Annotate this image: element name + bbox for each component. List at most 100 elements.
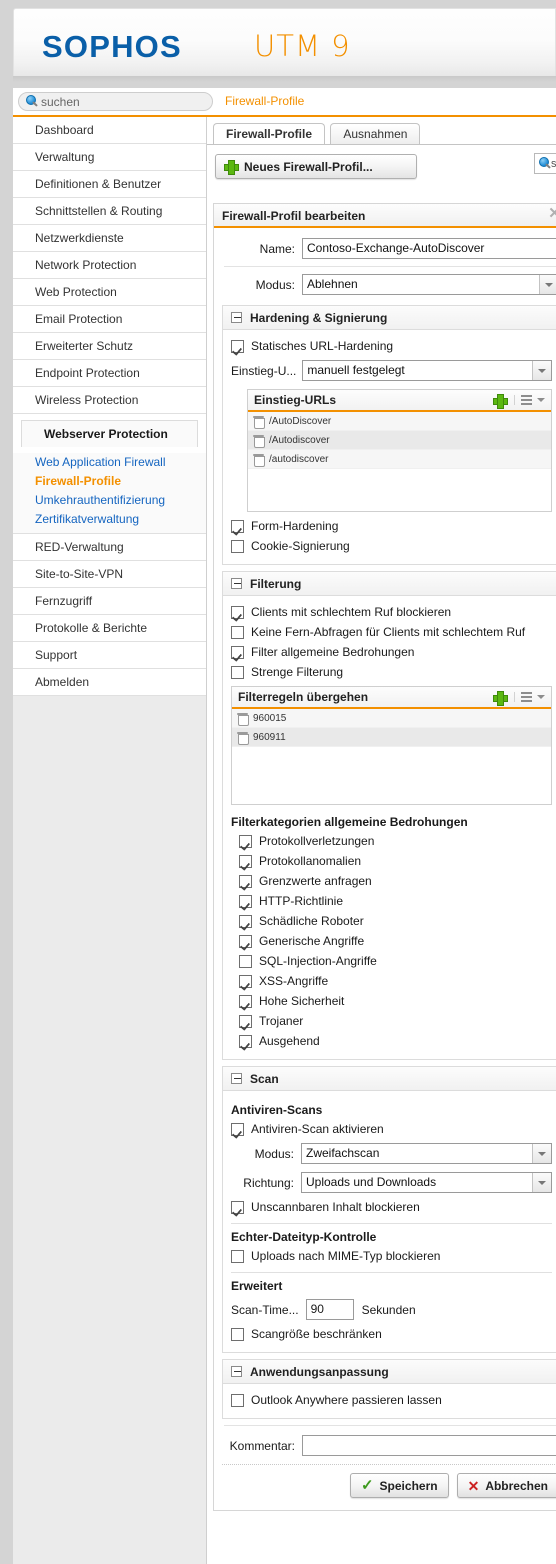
app-adaptation-group-header[interactable]: Anwendungsanpassung (223, 1360, 556, 1384)
outlook-anywhere-checkbox[interactable] (231, 1393, 244, 1407)
breadcrumb[interactable]: Firewall-Profile (225, 94, 304, 108)
sidebar-item-verwaltung[interactable]: Verwaltung (13, 144, 206, 171)
list-item[interactable]: 960015 (232, 709, 551, 728)
new-firewall-profile-button[interactable]: Neues Firewall-Profil... (215, 154, 417, 179)
scan-group-header[interactable]: Scan (223, 1067, 556, 1091)
rigid-filtering-checkbox[interactable] (231, 665, 244, 679)
category-checkbox[interactable] (239, 914, 252, 928)
save-button[interactable]: ✓ Speichern (349, 1473, 449, 1498)
comment-field[interactable] (302, 1435, 556, 1456)
name-field[interactable]: Contoso-Exchange-AutoDiscover (302, 238, 556, 259)
sidebar-item-webserver-protection[interactable]: Webserver Protection (21, 420, 198, 447)
trash-icon[interactable] (237, 712, 249, 726)
limit-scan-size-checkbox[interactable] (231, 1327, 244, 1341)
no-remote-lookups-row[interactable]: Keine Fern-Abfragen für Clients mit schl… (231, 622, 552, 642)
list-item[interactable]: /AutoDiscover (248, 412, 551, 431)
category-row-protokollverletzungen[interactable]: Protokollverletzungen (231, 831, 552, 851)
sidebar-item-email-protection[interactable]: Email Protection (13, 306, 206, 333)
category-row-generische-angriffe[interactable]: Generische Angriffe (231, 931, 552, 951)
sidebar-item-protokolle-berichte[interactable]: Protokolle & Berichte (13, 615, 206, 642)
category-checkbox[interactable] (239, 934, 252, 948)
hardening-group-header[interactable]: Hardening & Signierung (223, 306, 556, 330)
list-item[interactable]: /Autodiscover (248, 431, 551, 450)
add-skip-rule-icon[interactable] (493, 690, 508, 706)
trash-icon[interactable] (253, 415, 265, 429)
category-row-http-richtlinie[interactable]: HTTP-Richtlinie (231, 891, 552, 911)
sidebar-item-support[interactable]: Support (13, 642, 206, 669)
category-checkbox[interactable] (239, 854, 252, 868)
profile-search-input[interactable]: s (534, 153, 556, 174)
list-item[interactable]: /autodiscover (248, 450, 551, 469)
collapse-minus-icon[interactable] (231, 1073, 242, 1084)
category-checkbox[interactable] (239, 834, 252, 848)
block-bad-reputation-row[interactable]: Clients mit schlechtem Ruf blockieren (231, 602, 552, 622)
scan-mode-select[interactable]: Zweifachscan (301, 1143, 552, 1164)
category-checkbox[interactable] (239, 994, 252, 1008)
category-checkbox[interactable] (239, 1014, 252, 1028)
sidebar-item-site-to-site-vpn[interactable]: Site-to-Site-VPN (13, 561, 206, 588)
cookie-signing-row[interactable]: Cookie-Signierung (231, 536, 552, 556)
scan-timeout-field[interactable]: 90 (305, 1299, 354, 1320)
add-entry-url-icon[interactable] (493, 393, 508, 409)
filter-common-threats-row[interactable]: Filter allgemeine Bedrohungen (231, 642, 552, 662)
trash-icon[interactable] (237, 731, 249, 745)
category-row-sql-injection-angriffe[interactable]: SQL-Injection-Angriffe (231, 951, 552, 971)
sidebar-item-schnittstellen-routing[interactable]: Schnittstellen & Routing (13, 198, 206, 225)
entry-urls-menu[interactable] (514, 395, 545, 405)
sidebar-item-wireless-protection[interactable]: Wireless Protection (13, 387, 206, 414)
block-mime-row[interactable]: Uploads nach MIME-Typ blockieren (231, 1246, 552, 1266)
category-checkbox[interactable] (239, 974, 252, 988)
cookie-signing-checkbox[interactable] (231, 539, 244, 553)
mode-select[interactable]: Ablehnen (302, 274, 556, 295)
skip-rules-menu[interactable] (514, 692, 545, 702)
collapse-minus-icon[interactable] (231, 312, 242, 323)
cancel-button[interactable]: ✕ Abbrechen (456, 1473, 556, 1498)
sidebar-item-network-protection[interactable]: Network Protection (13, 252, 206, 279)
category-row-xss-angriffe[interactable]: XSS-Angriffe (231, 971, 552, 991)
scan-direction-select[interactable]: Uploads und Downloads (301, 1172, 552, 1193)
enable-antivirus-row[interactable]: Antiviren-Scan aktivieren (231, 1119, 552, 1139)
sidebar-item-endpoint-protection[interactable]: Endpoint Protection (13, 360, 206, 387)
block-mime-checkbox[interactable] (231, 1249, 244, 1263)
sidebar-item-red-verwaltung[interactable]: RED-Verwaltung (13, 534, 206, 561)
collapse-minus-icon[interactable] (231, 1366, 242, 1377)
tab-firewall-profile[interactable]: Firewall-Profile (213, 123, 326, 145)
filtering-group-header[interactable]: Filterung (223, 572, 556, 596)
category-row-grenzwerte-anfragen[interactable]: Grenzwerte anfragen (231, 871, 552, 891)
sidebar-item-dashboard[interactable]: Dashboard (13, 117, 206, 144)
category-row-trojaner[interactable]: Trojaner (231, 1011, 552, 1031)
enable-antivirus-checkbox[interactable] (231, 1122, 244, 1136)
trash-icon[interactable] (253, 434, 265, 448)
sidebar-item-web-application-firewall[interactable]: Web Application Firewall (13, 453, 206, 472)
category-row-ausgehend[interactable]: Ausgehend (231, 1031, 552, 1051)
block-unscannable-checkbox[interactable] (231, 1200, 244, 1214)
form-hardening-row[interactable]: Form-Hardening (231, 516, 552, 536)
close-icon[interactable]: ✕ (548, 206, 556, 221)
entry-url-mode-select[interactable]: manuell festgelegt (302, 360, 552, 381)
sidebar-item-firewall-profile[interactable]: Firewall-Profile (13, 472, 206, 491)
category-row-schaedliche-roboter[interactable]: Schädliche Roboter (231, 911, 552, 931)
sidebar-item-umkehrauthentifizierung[interactable]: Umkehrauthentifizierung (13, 491, 206, 510)
sidebar-item-web-protection[interactable]: Web Protection (13, 279, 206, 306)
tab-ausnahmen[interactable]: Ausnahmen (330, 123, 421, 145)
static-url-hardening-row[interactable]: Statisches URL-Hardening (231, 336, 552, 356)
sidebar-item-abmelden[interactable]: Abmelden (13, 669, 206, 696)
category-checkbox[interactable] (239, 954, 252, 968)
outlook-anywhere-row[interactable]: Outlook Anywhere passieren lassen (231, 1390, 552, 1410)
no-remote-lookups-checkbox[interactable] (231, 625, 244, 639)
trash-icon[interactable] (253, 453, 265, 467)
category-row-hohe-sicherheit[interactable]: Hohe Sicherheit (231, 991, 552, 1011)
category-checkbox[interactable] (239, 1034, 252, 1048)
block-unscannable-row[interactable]: Unscannbaren Inhalt blockieren (231, 1197, 552, 1217)
list-item[interactable]: 960911 (232, 728, 551, 747)
limit-scan-size-row[interactable]: Scangröße beschränken (231, 1324, 552, 1344)
sidebar-item-erweiterter-schutz[interactable]: Erweiterter Schutz (13, 333, 206, 360)
sidebar-item-fernzugriff[interactable]: Fernzugriff (13, 588, 206, 615)
static-url-hardening-checkbox[interactable] (231, 339, 244, 353)
block-bad-reputation-checkbox[interactable] (231, 605, 244, 619)
filter-common-threats-checkbox[interactable] (231, 645, 244, 659)
sidebar-item-netzwerkdienste[interactable]: Netzwerkdienste (13, 225, 206, 252)
sidebar-item-definitionen-benutzer[interactable]: Definitionen & Benutzer (13, 171, 206, 198)
sidebar-item-zertifikatverwaltung[interactable]: Zertifikatverwaltung (13, 510, 206, 529)
rigid-filtering-row[interactable]: Strenge Filterung (231, 662, 552, 682)
